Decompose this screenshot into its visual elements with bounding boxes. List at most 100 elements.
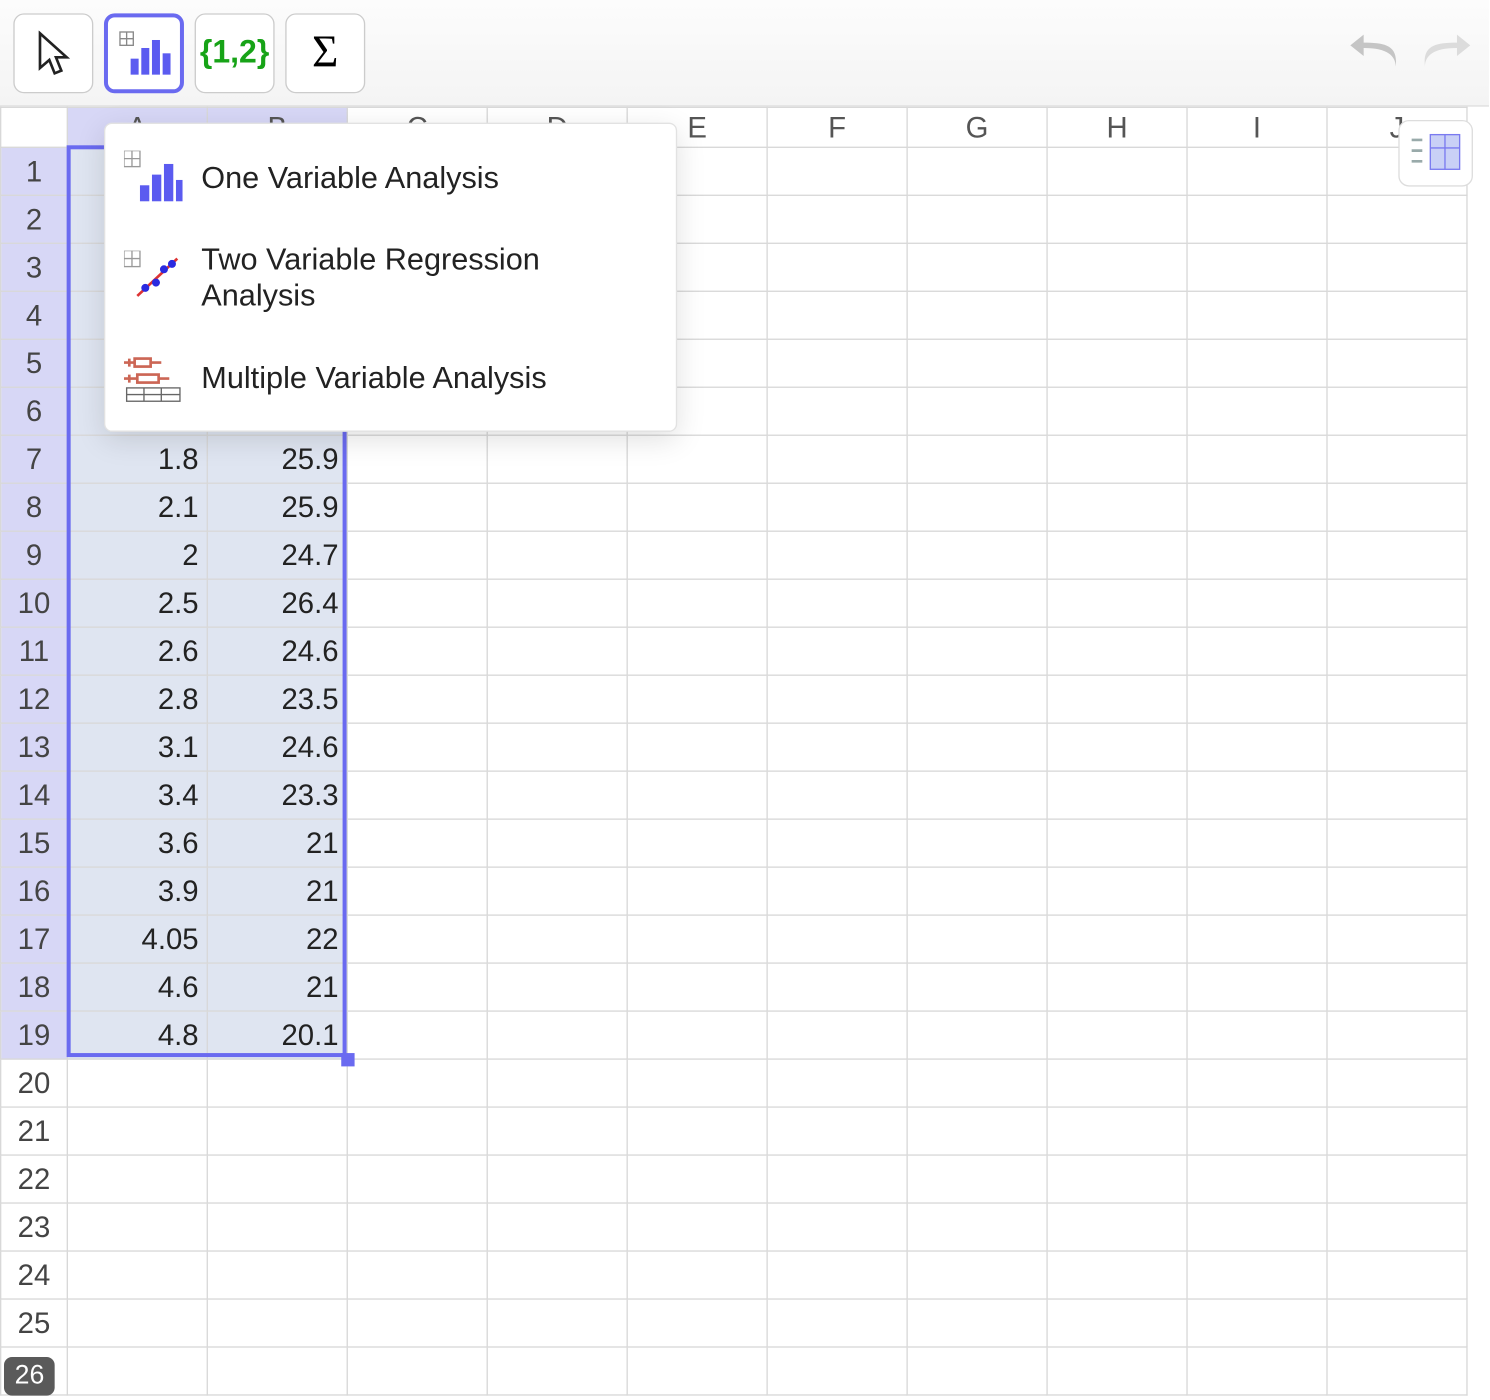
row-header[interactable]: 23	[1, 1203, 68, 1251]
cell[interactable]	[347, 1347, 487, 1395]
row-header[interactable]: 1	[1, 147, 68, 195]
cell[interactable]: 3.6	[67, 819, 207, 867]
cell[interactable]	[767, 339, 907, 387]
cell[interactable]	[1187, 579, 1327, 627]
cell[interactable]	[1047, 195, 1187, 243]
cell[interactable]	[767, 915, 907, 963]
row-header[interactable]: 6	[1, 387, 68, 435]
cell[interactable]	[1327, 339, 1467, 387]
cell[interactable]	[627, 819, 767, 867]
cell[interactable]	[487, 579, 627, 627]
cell[interactable]	[347, 867, 487, 915]
cell[interactable]	[347, 1107, 487, 1155]
cell[interactable]: 26.4	[207, 579, 347, 627]
cell[interactable]	[907, 531, 1047, 579]
cell[interactable]	[1047, 1299, 1187, 1347]
cell[interactable]	[1047, 627, 1187, 675]
cell[interactable]	[767, 819, 907, 867]
cell[interactable]	[1187, 771, 1327, 819]
cell[interactable]	[347, 963, 487, 1011]
cell[interactable]	[487, 1107, 627, 1155]
row-header[interactable]: 2	[1, 195, 68, 243]
cell[interactable]	[1047, 723, 1187, 771]
cell[interactable]	[1047, 339, 1187, 387]
cell[interactable]	[907, 1155, 1047, 1203]
cell[interactable]	[907, 243, 1047, 291]
cell[interactable]	[1327, 387, 1467, 435]
row-header[interactable]: 18	[1, 963, 68, 1011]
cell[interactable]	[207, 1347, 347, 1395]
cell[interactable]	[627, 1203, 767, 1251]
cell[interactable]	[487, 1059, 627, 1107]
tool-sum[interactable]: Σ	[285, 13, 365, 93]
cell[interactable]: 3.9	[67, 867, 207, 915]
cell[interactable]	[1187, 339, 1327, 387]
cell[interactable]	[767, 1107, 907, 1155]
cell[interactable]: 2	[67, 531, 207, 579]
cell[interactable]	[487, 867, 627, 915]
cell[interactable]: 2.8	[67, 675, 207, 723]
cell[interactable]	[907, 147, 1047, 195]
row-header[interactable]: 10	[1, 579, 68, 627]
menu-multiple-variable-analysis[interactable]: Multiple Variable Analysis	[105, 332, 676, 423]
cell[interactable]	[1187, 243, 1327, 291]
cell[interactable]	[627, 771, 767, 819]
column-header-H[interactable]: H	[1047, 107, 1187, 147]
cell[interactable]	[767, 531, 907, 579]
cell[interactable]	[1187, 1011, 1327, 1059]
row-header[interactable]: 9	[1, 531, 68, 579]
cell[interactable]	[767, 579, 907, 627]
cell[interactable]	[67, 1347, 207, 1395]
cell[interactable]	[627, 1011, 767, 1059]
cell[interactable]	[627, 1251, 767, 1299]
row-header[interactable]: 14	[1, 771, 68, 819]
cell[interactable]	[907, 387, 1047, 435]
cell[interactable]	[347, 723, 487, 771]
cell[interactable]	[1047, 915, 1187, 963]
table-options-button[interactable]	[1398, 120, 1473, 187]
cell[interactable]	[487, 1299, 627, 1347]
cell[interactable]: 4.05	[67, 915, 207, 963]
cell[interactable]	[627, 867, 767, 915]
cell[interactable]	[1327, 1299, 1467, 1347]
cell[interactable]	[1187, 531, 1327, 579]
cell[interactable]	[767, 1347, 907, 1395]
cell[interactable]	[907, 819, 1047, 867]
cell[interactable]	[767, 771, 907, 819]
cell[interactable]	[67, 1107, 207, 1155]
cell[interactable]	[1047, 579, 1187, 627]
cell[interactable]	[347, 1059, 487, 1107]
cell[interactable]	[1327, 1203, 1467, 1251]
cell[interactable]	[487, 915, 627, 963]
cell[interactable]	[1047, 963, 1187, 1011]
row-header[interactable]: 25	[1, 1299, 68, 1347]
cell[interactable]	[1047, 771, 1187, 819]
cell[interactable]	[1327, 675, 1467, 723]
cell[interactable]	[1187, 1251, 1327, 1299]
cell[interactable]	[487, 771, 627, 819]
cell[interactable]	[67, 1203, 207, 1251]
cell[interactable]	[347, 771, 487, 819]
column-header-G[interactable]: G	[907, 107, 1047, 147]
cell[interactable]	[67, 1059, 207, 1107]
cell[interactable]: 25.9	[207, 483, 347, 531]
cell[interactable]	[487, 435, 627, 483]
cell[interactable]: 21	[207, 819, 347, 867]
tool-list[interactable]: {1,2}	[195, 13, 275, 93]
cell[interactable]	[347, 1155, 487, 1203]
cell[interactable]	[1187, 1155, 1327, 1203]
cell[interactable]	[1187, 627, 1327, 675]
cell[interactable]	[767, 195, 907, 243]
cell[interactable]	[487, 1155, 627, 1203]
cell[interactable]	[767, 1059, 907, 1107]
cell[interactable]: 21	[207, 963, 347, 1011]
row-header[interactable]: 20	[1, 1059, 68, 1107]
cell[interactable]	[67, 1155, 207, 1203]
cell[interactable]	[1187, 483, 1327, 531]
row-header[interactable]: 15	[1, 819, 68, 867]
row-header[interactable]: 21	[1, 1107, 68, 1155]
column-header-F[interactable]: F	[767, 107, 907, 147]
cell[interactable]	[1187, 867, 1327, 915]
row-header[interactable]: 3	[1, 243, 68, 291]
cell[interactable]	[1327, 243, 1467, 291]
